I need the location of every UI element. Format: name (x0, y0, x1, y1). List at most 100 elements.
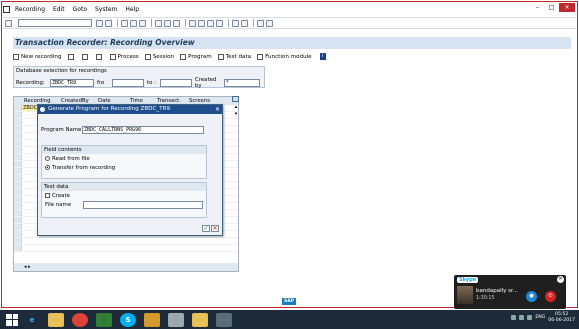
next-page-icon[interactable] (207, 19, 214, 27)
transfer-from-recording-option[interactable]: Transfer from recording (42, 163, 206, 172)
system-tray: ENG 05:52 06-06-2017 (511, 312, 575, 323)
menu-goto[interactable]: Goto (73, 6, 87, 13)
skype-app-icon[interactable]: S (120, 312, 136, 327)
to-label: to : (147, 80, 156, 86)
screen-title-bar: Transaction Recorder: Recording Overview (13, 37, 571, 49)
read-from-file-radio[interactable] (45, 156, 50, 161)
horizontal-scrollbar[interactable]: ◂ ▸ (14, 263, 238, 271)
transfer-from-recording-label: Transfer from recording (52, 164, 116, 171)
vertical-scrollbar[interactable]: ▴ ▾ (232, 104, 240, 268)
scroll-down-icon[interactable]: ▾ (232, 111, 240, 117)
start-button[interactable] (6, 313, 18, 326)
terminal-icon[interactable] (216, 312, 232, 327)
back-icon[interactable] (121, 19, 128, 27)
selection-header: Database selection for recordings (16, 68, 107, 74)
skype-close-icon[interactable]: ✕ (557, 276, 564, 283)
menu-system[interactable]: System (95, 6, 117, 13)
create-option[interactable]: Create (42, 191, 206, 200)
table-row[interactable] (14, 238, 238, 245)
first-page-icon[interactable] (189, 19, 196, 27)
media-icon[interactable] (144, 312, 160, 327)
scroll-left-icon[interactable]: ◂ ▸ (24, 264, 31, 270)
glasses-icon (81, 53, 88, 60)
command-field[interactable] (18, 19, 92, 27)
cancel-button[interactable]: ✕ (211, 225, 219, 232)
selected-cell[interactable]: ZBDC (22, 105, 37, 111)
close-window-button[interactable]: ✕ (559, 3, 575, 12)
toolbar-divider (151, 19, 152, 27)
dialog-title-bar: Generate Program for Recording ZBDC_TR9 (38, 105, 222, 114)
program-button[interactable]: Program (180, 53, 212, 60)
sap-logon-icon[interactable] (192, 312, 208, 327)
dialog-close-icon[interactable]: ✕ (215, 106, 220, 113)
to-date-field[interactable] (160, 79, 192, 87)
battery-icon[interactable] (527, 315, 533, 320)
cancel-icon[interactable] (139, 19, 146, 27)
document-icon[interactable] (168, 312, 184, 327)
skype-logo: Skype (457, 276, 479, 283)
call-duration: 1:30:15 (476, 296, 495, 301)
edit-recording-button[interactable] (67, 53, 76, 60)
test-data-button[interactable]: Test data (217, 53, 251, 60)
read-from-file-option[interactable]: Read from file (42, 154, 206, 163)
column-settings-icon[interactable] (232, 96, 239, 102)
session-label: Session (152, 53, 175, 60)
file-name-field[interactable] (83, 200, 203, 209)
process-button[interactable]: Process (109, 53, 139, 60)
row-selector-header (14, 97, 22, 105)
create-checkbox[interactable] (45, 193, 50, 198)
function-module-button[interactable]: Function module (257, 53, 312, 60)
find-next-icon[interactable] (173, 19, 180, 27)
info-icon[interactable]: i (319, 53, 326, 60)
layout-menu-icon[interactable] (266, 19, 273, 27)
selection-row: Recording: ZBDC_TR9 fro to : Created by … (16, 77, 260, 89)
system-menu-icon[interactable] (3, 6, 10, 13)
new-recording-button[interactable]: New recording (13, 53, 62, 60)
new-recording-label: New recording (21, 53, 62, 60)
file-explorer-icon[interactable] (48, 312, 64, 327)
scroll-up-icon[interactable]: ▴ (232, 104, 240, 110)
recording-field[interactable]: ZBDC_TR9 (50, 79, 94, 87)
menu-bar: Recording Edit Goto System Help (3, 4, 576, 15)
last-page-icon[interactable] (216, 19, 223, 27)
file-name-row: File name (42, 200, 206, 209)
field-contents-group: Field contents Read from file Transfer f… (41, 145, 207, 179)
help-icon[interactable] (257, 19, 264, 27)
print-icon[interactable] (155, 19, 162, 27)
program-name-field[interactable]: ZBDC_CALLTRNS_PRG96 (82, 126, 204, 134)
hang-up-button[interactable]: ✆ (545, 291, 556, 302)
created-by-field[interactable]: * (224, 79, 260, 87)
test-data-group: Test data Create File name (41, 182, 207, 218)
continue-button[interactable]: ✓ (202, 225, 210, 232)
ie-icon[interactable]: e (24, 313, 40, 327)
menu-edit[interactable]: Edit (53, 6, 65, 13)
new-session-icon[interactable] (232, 19, 239, 27)
back-arrow-icon[interactable] (96, 19, 103, 27)
minimize-button[interactable]: – (531, 3, 544, 12)
volume-icon[interactable] (519, 315, 525, 320)
transfer-from-recording-radio[interactable] (45, 165, 50, 170)
save-icon[interactable] (105, 19, 112, 27)
store-icon[interactable] (96, 312, 112, 327)
program-icon (180, 53, 187, 60)
exit-icon[interactable] (130, 19, 137, 27)
maximize-button[interactable]: □ (545, 3, 558, 12)
from-date-field[interactable] (112, 79, 144, 87)
menu-help[interactable]: Help (125, 6, 139, 13)
table-row[interactable] (14, 245, 238, 252)
session-button[interactable]: Session (144, 53, 175, 60)
shortcut-icon[interactable] (241, 19, 248, 27)
menu-recording[interactable]: Recording (15, 6, 45, 13)
enter-icon[interactable] (5, 19, 12, 27)
mic-button[interactable]: ● (526, 291, 537, 302)
language-indicator[interactable]: ENG (535, 315, 545, 320)
network-icon[interactable] (511, 315, 517, 320)
previous-page-icon[interactable] (198, 19, 205, 27)
display-recording-button[interactable] (81, 53, 90, 60)
find-icon[interactable] (164, 19, 171, 27)
clock[interactable]: 05:52 06-06-2017 (548, 312, 575, 323)
file-name-label: File name (45, 201, 72, 208)
delete-recording-button[interactable] (95, 53, 104, 60)
standard-toolbar (3, 17, 576, 29)
chrome-icon[interactable] (72, 312, 88, 327)
